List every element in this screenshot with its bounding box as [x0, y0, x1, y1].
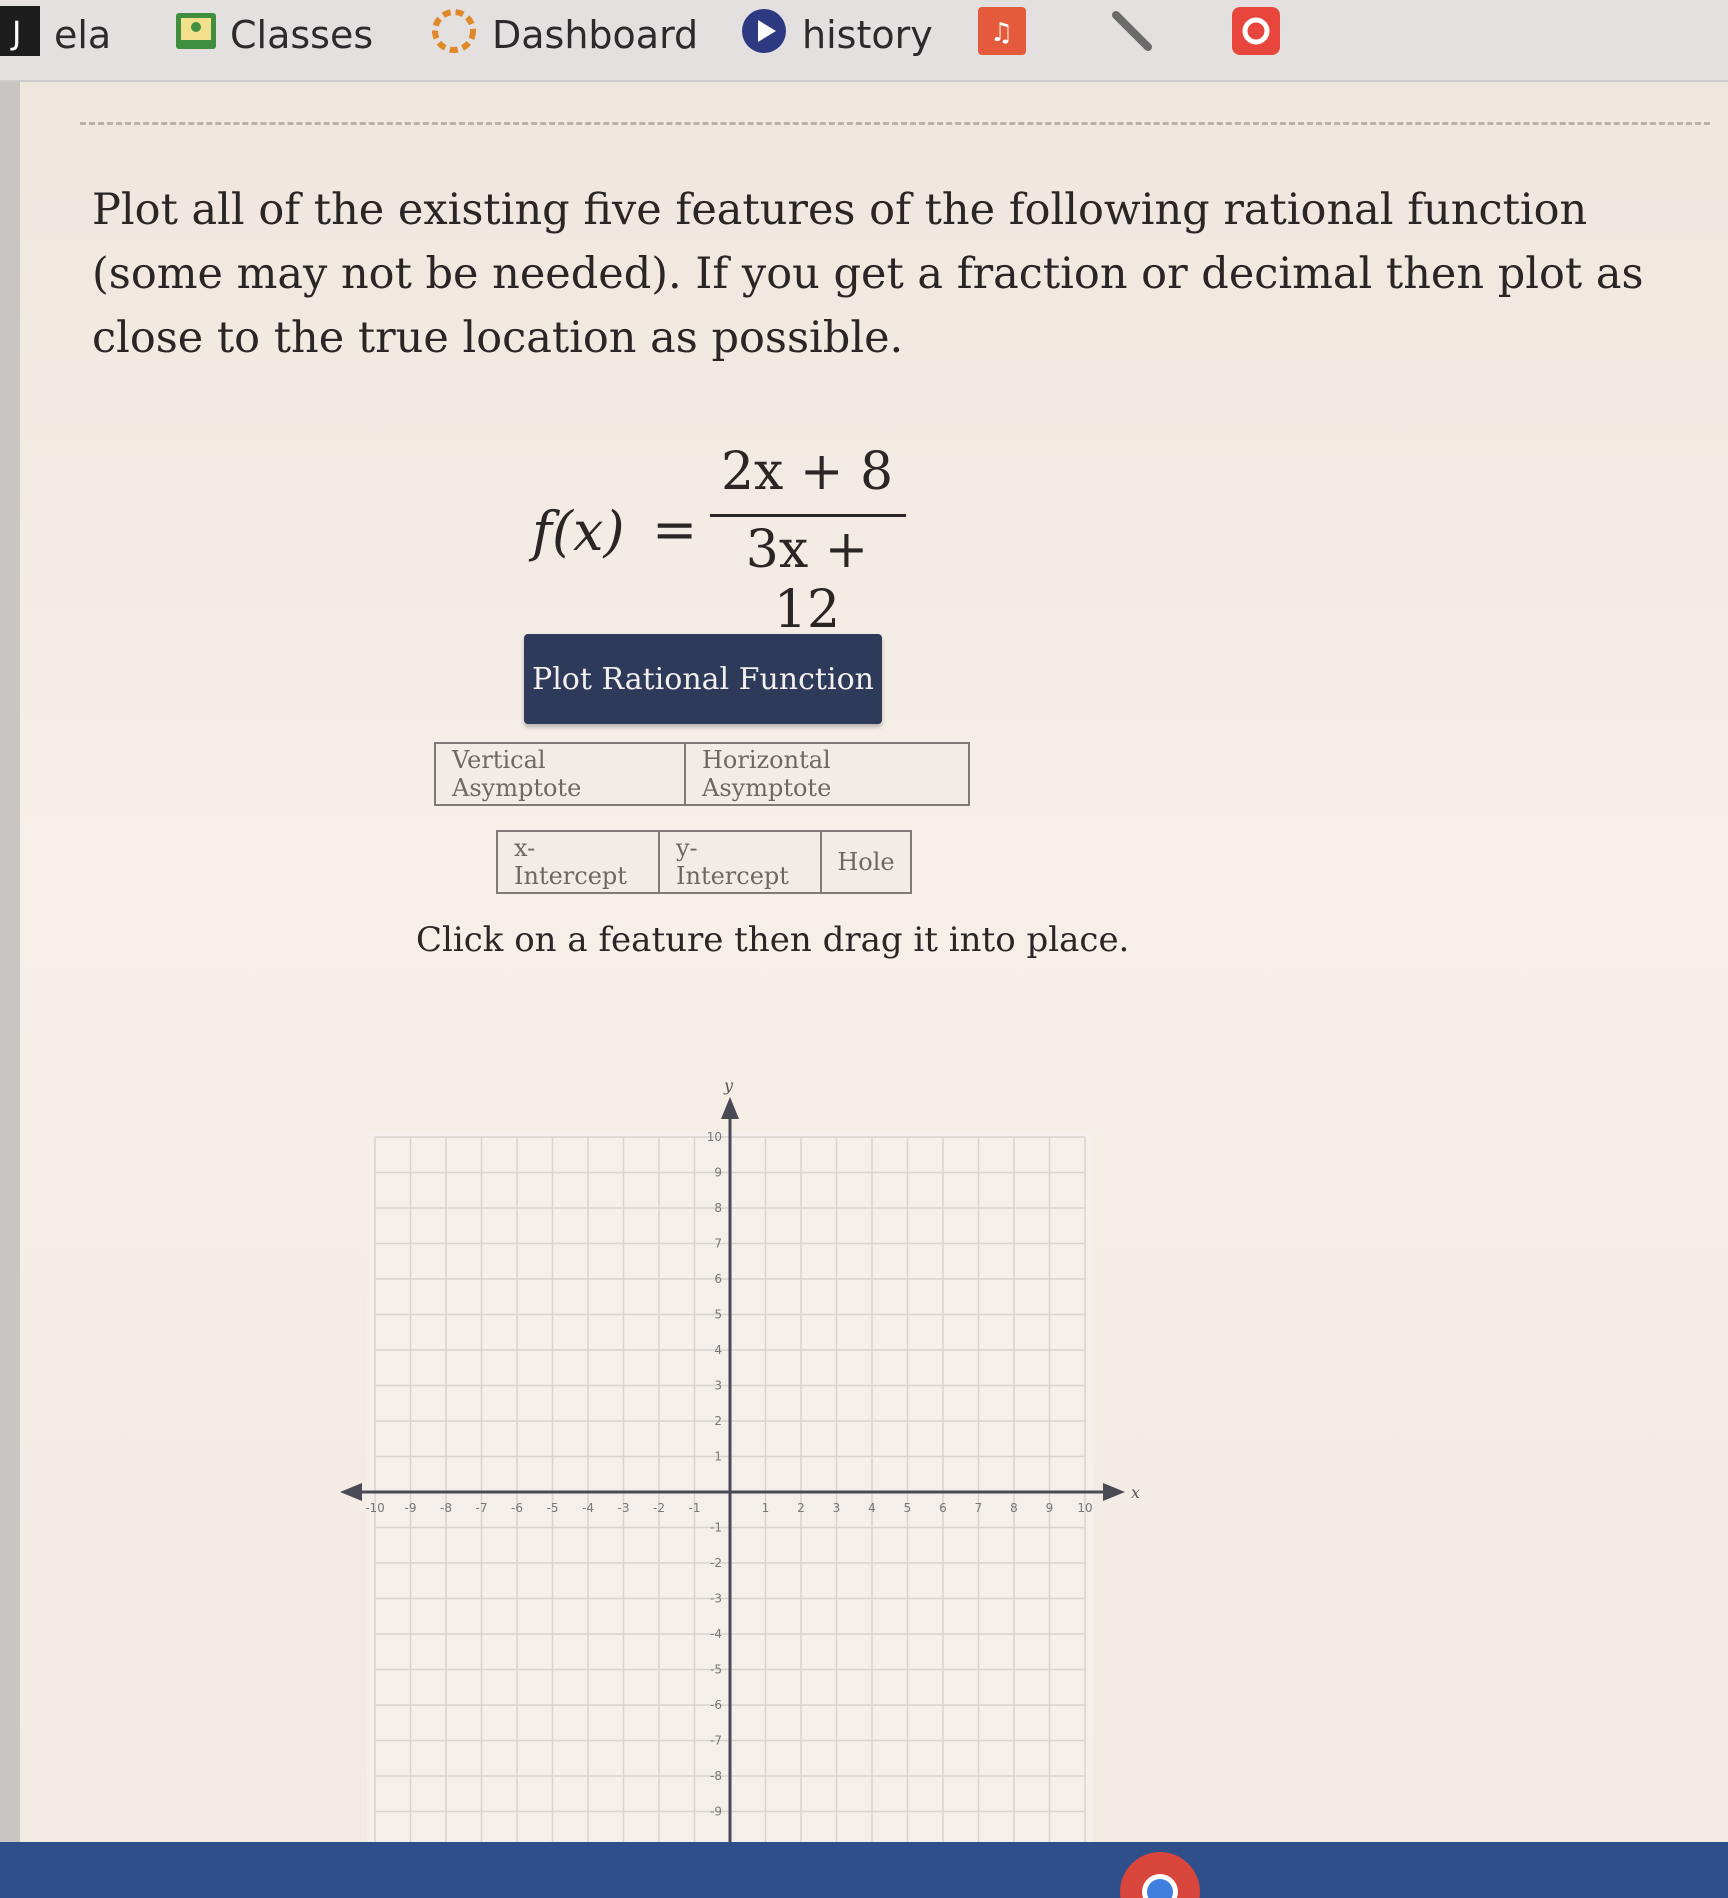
x-tick-label: -4 [582, 1501, 594, 1515]
x-tick-label: 1 [762, 1501, 770, 1515]
x-axis-label: x [1131, 1483, 1140, 1502]
x-tick-label: -10 [365, 1501, 385, 1515]
bookmarks-bar: J ela Classes Dashboard history ♫ [0, 0, 1728, 82]
y-tick-label: -4 [710, 1627, 722, 1641]
vertical-asymptote-tool[interactable]: Vertical Asymptote [434, 742, 686, 806]
x-tick-label: 10 [1077, 1501, 1092, 1515]
formula-lhs: f(x) [532, 500, 625, 563]
formula-equals: = [652, 498, 698, 561]
y-tick-label: 3 [714, 1379, 722, 1393]
play-icon [740, 7, 788, 64]
y-tick-label: -5 [710, 1663, 722, 1677]
bookmark-classes[interactable]: Classes [176, 10, 373, 60]
x-tick-label: 7 [975, 1501, 983, 1515]
y-tick-label: -3 [710, 1592, 722, 1606]
bookmark-app[interactable] [1232, 6, 1294, 60]
x-tick-label: -6 [511, 1501, 523, 1515]
bookmark-dashboard[interactable]: Dashboard [430, 8, 698, 60]
y-tick-label: 5 [714, 1308, 722, 1322]
feature-row-asymptotes: Vertical Asymptote Horizontal Asymptote [434, 742, 970, 806]
formula-numerator: 2x + 8 [720, 442, 894, 502]
x-tick-label: -8 [440, 1501, 452, 1515]
y-tick-label: 10 [707, 1130, 722, 1144]
x-tick-label: -9 [405, 1501, 417, 1515]
x-tick-label: 8 [1010, 1501, 1018, 1515]
y-intercept-tool[interactable]: y-Intercept [658, 830, 822, 894]
fraction-bar [710, 514, 906, 517]
y-tick-label: 1 [714, 1450, 722, 1464]
x-tick-label: -3 [618, 1501, 630, 1515]
x-axis-arrow-left [340, 1483, 362, 1501]
bookmark-pencil[interactable] [1108, 10, 1170, 60]
svg-text:♫: ♫ [990, 18, 1013, 48]
y-tick-label: -6 [710, 1698, 722, 1712]
music-app-icon: ♫ [978, 6, 1026, 64]
y-tick-label: 4 [714, 1343, 722, 1357]
function-formula: f(x) = 2x + 8 3x + 12 [532, 442, 992, 640]
svg-text:J: J [10, 14, 21, 52]
y-tick-label: 8 [714, 1201, 722, 1215]
y-tick-label: 2 [714, 1414, 722, 1428]
taskbar [0, 1842, 1728, 1898]
y-axis-label: y [723, 1076, 734, 1095]
x-tick-label: -5 [547, 1501, 559, 1515]
x-tick-label: 9 [1046, 1501, 1054, 1515]
feature-row-points: x-Intercept y-Intercept Hole [496, 830, 912, 894]
separator [80, 122, 1710, 125]
x-tick-label: -7 [476, 1501, 488, 1515]
bookmark-music[interactable]: ♫ [978, 6, 1040, 60]
question-prompt: Plot all of the existing five features o… [92, 185, 1644, 363]
coordinate-graph[interactable]: x y -10 -9 -8 -7 -6 -5 -4 -3 -2 -1 1 2 3 4 5 6 7 8 9 10 10 9 8 7 6… [300, 972, 1180, 1872]
plot-rational-function-button[interactable]: Plot Rational Function [524, 634, 882, 724]
hole-tool[interactable]: Hole [820, 830, 912, 894]
formula-denominator: 3x + 12 [745, 520, 869, 640]
x-tick-label: 2 [797, 1501, 805, 1515]
classroom-icon [176, 12, 216, 58]
y-tick-label: 6 [714, 1272, 722, 1286]
x-tick-label: -2 [653, 1501, 665, 1515]
bookmark-history[interactable]: history [740, 8, 933, 60]
y-tick-label: -1 [710, 1521, 722, 1535]
x-intercept-tool[interactable]: x-Intercept [496, 830, 660, 894]
j-app-icon: J [0, 5, 40, 65]
x-tick-label: -1 [689, 1501, 701, 1515]
chrome-icon[interactable] [1118, 1850, 1202, 1898]
x-tick-label: 4 [868, 1501, 876, 1515]
x-axis-arrow-right [1103, 1483, 1125, 1501]
horizontal-asymptote-tool[interactable]: Horizontal Asymptote [684, 742, 970, 806]
pencil-icon [1108, 7, 1156, 64]
y-axis-arrow-up [721, 1097, 739, 1119]
assignment-content: Plot all of the existing five features o… [20, 82, 1728, 1872]
y-tick-label: 9 [714, 1166, 722, 1180]
x-tick-label: 6 [939, 1501, 947, 1515]
y-tick-label: -8 [710, 1769, 722, 1783]
y-tick-label: -7 [710, 1734, 722, 1748]
instruction-text: Click on a feature then drag it into pla… [416, 920, 1130, 960]
y-tick-label: 7 [714, 1237, 722, 1251]
dashboard-icon [430, 7, 478, 64]
bookmark-ela[interactable]: J ela [0, 5, 111, 60]
x-tick-label: 3 [833, 1501, 841, 1515]
y-tick-label: -2 [710, 1556, 722, 1570]
x-tick-label: 5 [904, 1501, 912, 1515]
app-badge-icon [1232, 6, 1280, 64]
y-tick-label: -9 [710, 1805, 722, 1819]
